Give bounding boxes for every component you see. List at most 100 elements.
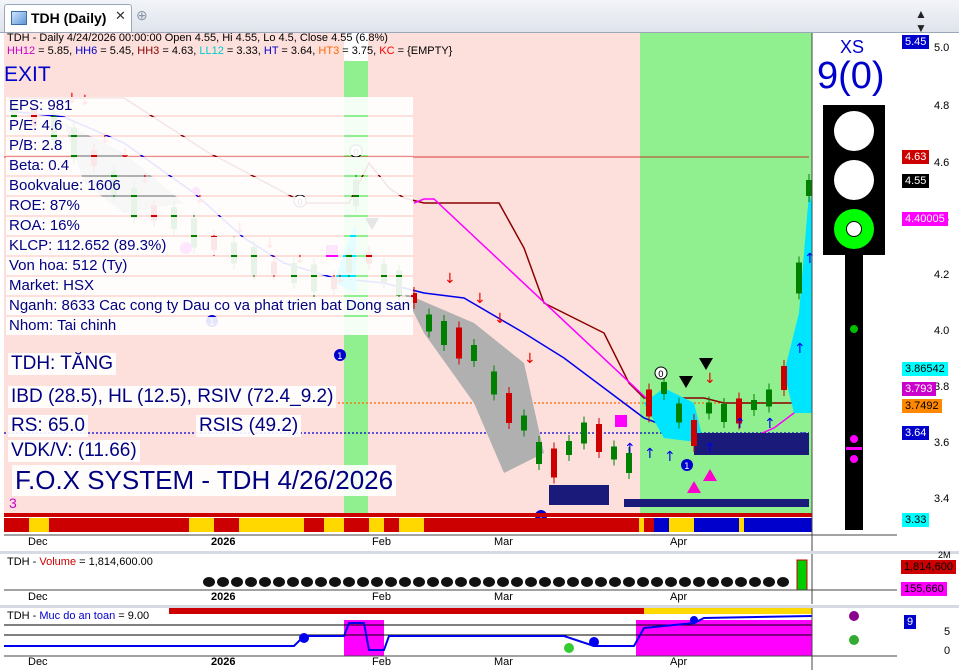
- volume-dot: [329, 577, 341, 587]
- marker: ↑: [804, 251, 816, 267]
- volume-dot: [357, 577, 369, 587]
- info-segment: = 3.33,: [223, 45, 264, 57]
- marker: ↑: [764, 416, 776, 432]
- volume-dot: [399, 577, 411, 587]
- price-label: 3.793: [902, 382, 936, 396]
- candle: [781, 366, 787, 390]
- volume-bar: [796, 559, 808, 591]
- marker: ↑: [644, 446, 656, 462]
- fundamentals-list: EPS: 981 P/E: 4.6 P/B: 2.8 Beta: 0.4 Bookval…: [6, 97, 414, 337]
- navy-block: [624, 499, 809, 507]
- signal-title: TDH: TĂNG: [8, 353, 117, 375]
- price-label: 3.64: [902, 426, 930, 440]
- volume-avg-label: 155,660: [901, 582, 947, 596]
- marker: 1: [684, 462, 690, 472]
- date-label: Dec: [28, 656, 48, 668]
- tape-segment: [739, 518, 744, 532]
- safety-title: TDH - Muc do an toan = 9.00: [7, 610, 150, 622]
- volume-dot: [371, 577, 383, 587]
- info-segment: = {EMPTY}: [394, 45, 453, 57]
- close-icon[interactable]: ✕: [115, 8, 126, 24]
- fundamental-item: P/B: 2.8: [6, 137, 414, 155]
- price-label: 4.55: [902, 174, 930, 188]
- fundamental-item: P/E: 4.6: [6, 117, 414, 135]
- info-segment: = 3.64,: [278, 45, 319, 57]
- info-segment: HH12: [7, 45, 36, 57]
- marker: 1: [337, 352, 343, 362]
- candle: [596, 424, 602, 452]
- candle: [676, 403, 682, 423]
- marker: ↓: [704, 371, 716, 387]
- chart-tab[interactable]: TDH (Daily) ✕: [4, 4, 132, 32]
- volume-dot: [287, 577, 299, 587]
- volume-last-label: 1,814,600: [901, 560, 956, 574]
- price-label: 3.7492: [902, 399, 942, 413]
- date-label: Apr: [670, 536, 688, 548]
- candle: [796, 262, 802, 294]
- volume-dot: [315, 577, 327, 587]
- volume-dot: [637, 577, 649, 587]
- light-middle: [834, 160, 874, 200]
- info-segment: KC: [379, 45, 395, 57]
- candle: [441, 321, 447, 345]
- fundamental-item: Von hoa: 512 (Ty): [6, 257, 414, 275]
- volume-dot: [217, 577, 229, 587]
- tape-segment: [49, 518, 189, 532]
- info-segment: = 5.85,: [35, 45, 76, 57]
- date-label: Feb: [372, 536, 391, 548]
- tape-segment: [324, 518, 344, 532]
- volume-dot: [245, 577, 257, 587]
- date-label: Mar: [494, 656, 513, 668]
- marker: ↑: [624, 441, 636, 457]
- price-labels: 5.45 4.63 4.55 4.40005 3.86542 3.793 3.7492 3.6…: [898, 33, 959, 551]
- volume-dot: [735, 577, 747, 587]
- volume-dot: [763, 577, 775, 587]
- candle: [456, 327, 462, 359]
- vdk-line: VDK/V: (11.66): [8, 440, 140, 462]
- volume-dot: [273, 577, 285, 587]
- info-line-1: TDH - Daily 4/24/2026 00:00:00 Open 4.55…: [7, 33, 388, 44]
- fundamental-item: Nhom: Tai chinh: [6, 317, 414, 335]
- safety-value-label: 9: [904, 615, 917, 629]
- safety-tick-0: 0: [944, 645, 951, 657]
- tape-segment: [654, 518, 669, 532]
- tape-segment: [424, 518, 639, 532]
- xs-value: 9(0): [817, 55, 885, 97]
- bottom-number: 3: [9, 495, 17, 511]
- volume-dot: [525, 577, 537, 587]
- volume-dot: [539, 577, 551, 587]
- volume-dot: [679, 577, 691, 587]
- volume-dot: [301, 577, 313, 587]
- tape-segment: [214, 518, 239, 532]
- price-label: 4.40005: [902, 212, 948, 226]
- marker: ↑: [664, 449, 676, 465]
- volume-dot: [707, 577, 719, 587]
- price-pane[interactable]: ↓↓↓↓↓↓↓↓↓↓↓↓↓↓↓↑↑↑↑↑↑↑↑0001111 TDH - Dai…: [4, 33, 897, 551]
- volume-dot: [777, 577, 789, 587]
- fundamental-item: Nganh: 8633 Cac cong ty Dau co va phat t…: [6, 297, 414, 315]
- add-tab-icon[interactable]: ⊕: [136, 7, 148, 24]
- fox-line: F.O.X SYSTEM - TDH 4/26/2026: [12, 465, 397, 496]
- date-label: 2026: [211, 591, 236, 603]
- candle: [426, 314, 432, 332]
- date-label: Apr: [670, 591, 688, 603]
- volume-dot: [385, 577, 397, 587]
- marker: ↓: [494, 311, 506, 327]
- signal-tape: [4, 518, 812, 532]
- volume-dot: [343, 577, 355, 587]
- ibd-line: IBD (28.5), HL (12.5), RSIV (72.4_9.2): [8, 386, 337, 408]
- candle: [766, 389, 772, 407]
- candle: [536, 442, 542, 464]
- marker: ↑: [704, 441, 716, 457]
- info-segment: = 3.75,: [339, 45, 380, 57]
- volume-dot: [749, 577, 761, 587]
- candle: [751, 400, 757, 410]
- info-segment: LL12: [199, 45, 224, 57]
- volume-dot: [693, 577, 705, 587]
- marker: 0: [658, 370, 664, 380]
- candle: [506, 393, 512, 423]
- volume-dot: [469, 577, 481, 587]
- safety-date-axis: Dec 2026 Feb Mar Apr: [4, 656, 897, 670]
- tape-segment: [344, 518, 369, 532]
- traffic-pole: [845, 255, 863, 530]
